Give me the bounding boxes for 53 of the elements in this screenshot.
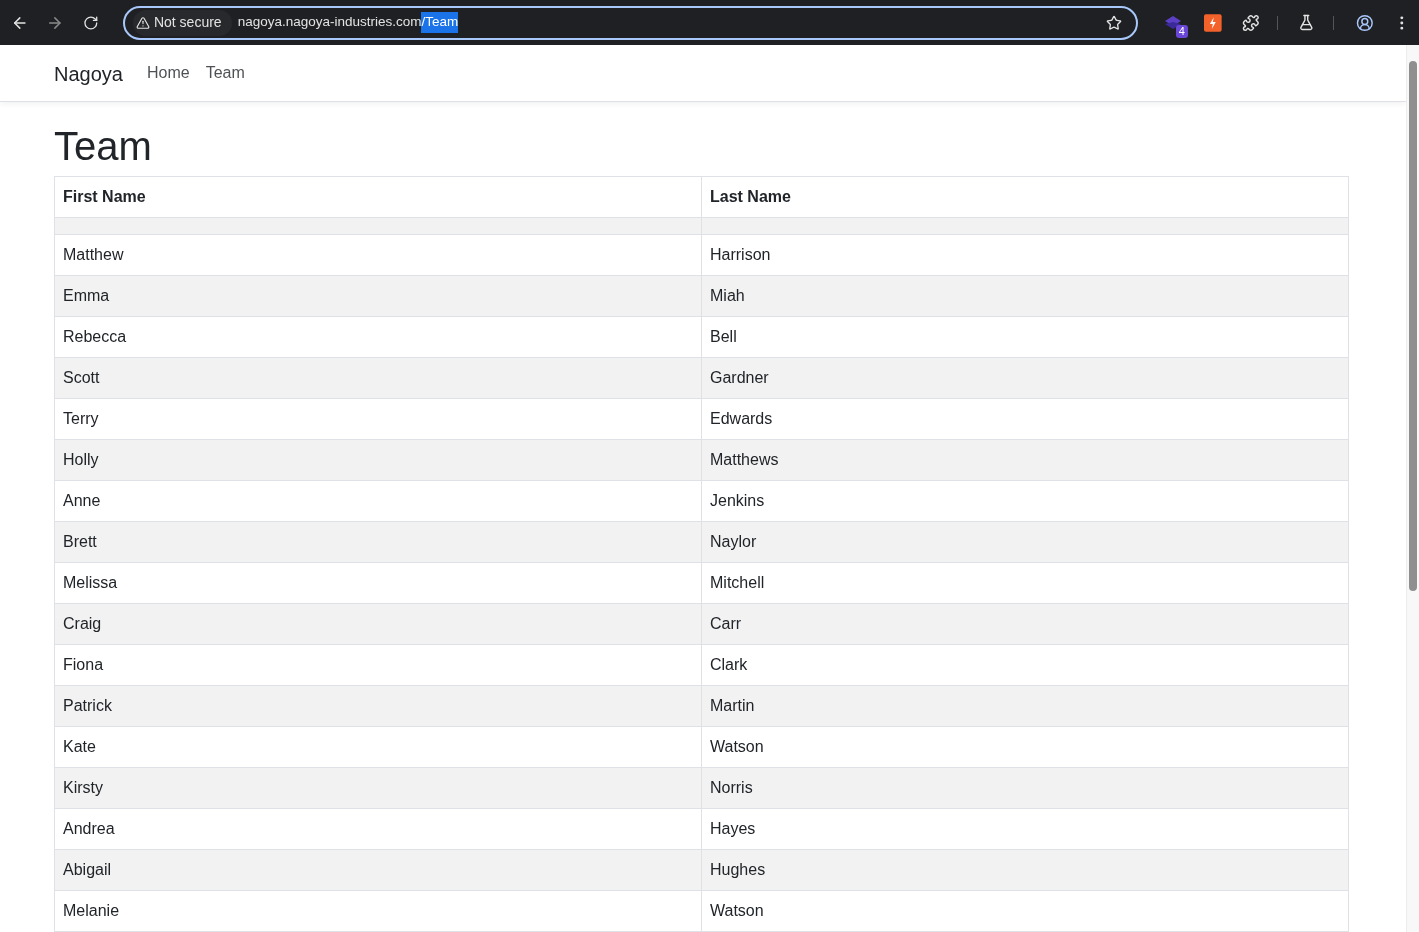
table-cell: Naylor: [701, 521, 1349, 563]
table-cell: Abigail: [54, 849, 702, 891]
page-title: Team: [54, 123, 153, 170]
table-cell: Watson: [701, 890, 1349, 932]
table-cell: Craig: [54, 603, 702, 645]
bookmark-star-icon[interactable]: [1105, 14, 1122, 31]
table-cell: Melanie: [54, 890, 702, 932]
flask-icon[interactable]: [1298, 14, 1315, 31]
profile-icon[interactable]: [1355, 13, 1374, 32]
brand-link[interactable]: Nagoya: [54, 59, 123, 89]
table-cell: Holly: [54, 439, 702, 481]
table-cell: Gardner: [701, 357, 1349, 399]
table-cell: Melissa: [54, 562, 702, 604]
nav-link[interactable]: Home: [146, 61, 190, 85]
table-cell: Terry: [54, 398, 702, 440]
nav-link[interactable]: Team: [205, 61, 245, 85]
table-cell: Clark: [701, 644, 1349, 686]
table-cell: Scott: [54, 357, 702, 399]
table-cell: Hayes: [701, 808, 1349, 850]
table-cell: Andrea: [54, 808, 702, 850]
table-cell: Fiona: [54, 644, 702, 686]
security-chip[interactable]: Not secure: [132, 9, 232, 36]
table-cell: Rebecca: [54, 316, 702, 358]
table-cell: Brett: [54, 521, 702, 563]
table-cell: Matthews: [701, 439, 1349, 481]
table-cell: Anne: [54, 480, 702, 522]
table-cell: Miah: [701, 275, 1349, 317]
reload-icon[interactable]: [83, 14, 99, 31]
scrollbar[interactable]: [1406, 45, 1419, 932]
table-cell: Carr: [701, 603, 1349, 645]
table-cell: Jenkins: [701, 480, 1349, 522]
security-label: Not secure: [153, 13, 222, 32]
table-cell: Matthew: [54, 234, 702, 276]
extension-badge: 4: [1175, 24, 1188, 38]
scrollbar-thumb[interactable]: [1409, 61, 1417, 591]
column-header: First Name: [54, 176, 702, 218]
table-cell: Mitchell: [701, 562, 1349, 604]
table-cell: Norris: [701, 767, 1349, 809]
table-cell: Harrison: [701, 234, 1349, 276]
selected-url-text: /Team: [421, 12, 459, 33]
lightning-extension-icon[interactable]: [1203, 13, 1222, 32]
table-cell: Hughes: [701, 849, 1349, 891]
table-cell: Patrick: [54, 685, 702, 727]
table-cell: Edwards: [701, 398, 1349, 440]
table-cell: Emma: [54, 275, 702, 317]
table-cell: Martin: [701, 685, 1349, 727]
warning-icon: [135, 15, 150, 30]
extensions-icon[interactable]: [1241, 13, 1260, 32]
table-cell: Kirsty: [54, 767, 702, 809]
table-cell: Kate: [54, 726, 702, 768]
table-cell: Bell: [701, 316, 1349, 358]
table-cell: Watson: [701, 726, 1349, 768]
column-header: Last Name: [701, 176, 1349, 218]
